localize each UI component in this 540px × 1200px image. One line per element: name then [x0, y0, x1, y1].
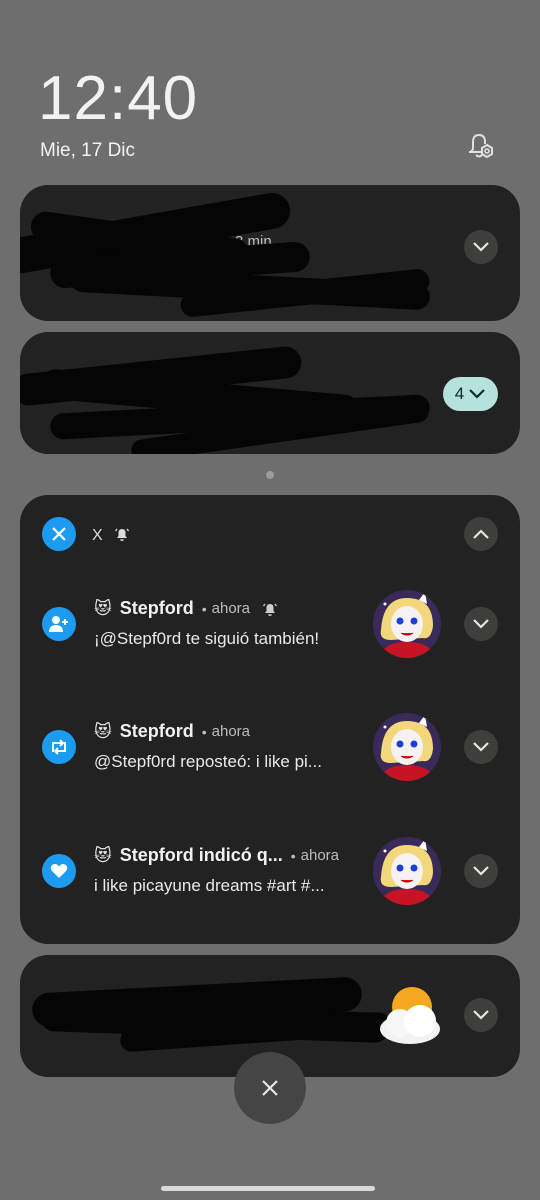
notification-title: Stepford: [119, 598, 194, 618]
app-name: X: [92, 527, 103, 544]
notification-title: Stepford indicó q...: [119, 845, 283, 865]
separator-dot: •: [201, 723, 207, 740]
alert-bell-icon: [262, 603, 278, 616]
chevron-up-icon: [473, 529, 489, 539]
chevron-down-icon: [473, 742, 489, 752]
expand-button[interactable]: [464, 230, 498, 264]
notification-card-redacted-2[interactable]: 4: [20, 332, 520, 454]
follow-icon: [42, 607, 76, 641]
expand-button[interactable]: [464, 607, 498, 641]
repost-icon: [42, 730, 76, 764]
avatar: [373, 590, 441, 658]
lockscreen-date: Mie, 17 Dic: [40, 140, 136, 161]
avatar: [373, 837, 441, 905]
emoji: 😻: [94, 721, 112, 741]
chevron-down-icon: [473, 866, 489, 876]
notification-title: Stepford: [119, 721, 194, 741]
notification-settings-button[interactable]: [462, 130, 498, 162]
expand-button[interactable]: [464, 998, 498, 1032]
page-indicator: [266, 471, 274, 479]
home-indicator[interactable]: [161, 1186, 375, 1191]
group-count-button[interactable]: 4: [443, 377, 498, 411]
expand-button[interactable]: [464, 854, 498, 888]
notification-item[interactable]: 😻 Stepford • ahora @Stepf0rd reposteó: i…: [20, 698, 520, 798]
collapse-button[interactable]: [464, 517, 498, 551]
separator-dot: •: [201, 600, 207, 617]
avatar: [373, 713, 441, 781]
emoji: 😻: [94, 598, 112, 618]
close-icon: [262, 1080, 278, 1096]
x-notification-group[interactable]: X 😻 Stepford • ahora ¡@Stepf0rd te sigui…: [20, 495, 520, 944]
notification-item[interactable]: 😻 Stepford indicó q... • ahora i like pi…: [20, 822, 520, 922]
separator-dot: •: [290, 847, 296, 864]
partly-cloudy-icon: [376, 983, 444, 1054]
group-count: 4: [454, 384, 465, 403]
chevron-down-icon: [473, 619, 489, 629]
alert-bell-icon: [114, 526, 130, 547]
heart-icon: [42, 854, 76, 888]
bell-settings-icon: [469, 133, 493, 159]
chevron-down-icon: [473, 242, 489, 252]
clear-all-button[interactable]: [234, 1052, 306, 1124]
chevron-down-icon: [469, 389, 486, 399]
notification-card-redacted-1[interactable]: 3 min: [20, 185, 520, 321]
notification-body: i like picayune dreams #art #...: [94, 876, 325, 895]
notification-body: @Stepf0rd reposteó: i like pi...: [94, 752, 322, 771]
notification-time: ahora: [300, 847, 340, 864]
chevron-down-icon: [473, 1010, 489, 1020]
x-logo-icon: [42, 517, 76, 551]
notification-time: ahora: [211, 600, 251, 617]
notification-item[interactable]: 😻 Stepford • ahora ¡@Stepf0rd te siguió …: [20, 575, 520, 675]
notification-time: ahora: [211, 723, 251, 740]
expand-button[interactable]: [464, 730, 498, 764]
notification-body: ¡@Stepf0rd te siguió también!: [94, 629, 320, 648]
emoji: 😻: [94, 845, 112, 865]
lockscreen-clock: 12:40: [38, 64, 199, 133]
